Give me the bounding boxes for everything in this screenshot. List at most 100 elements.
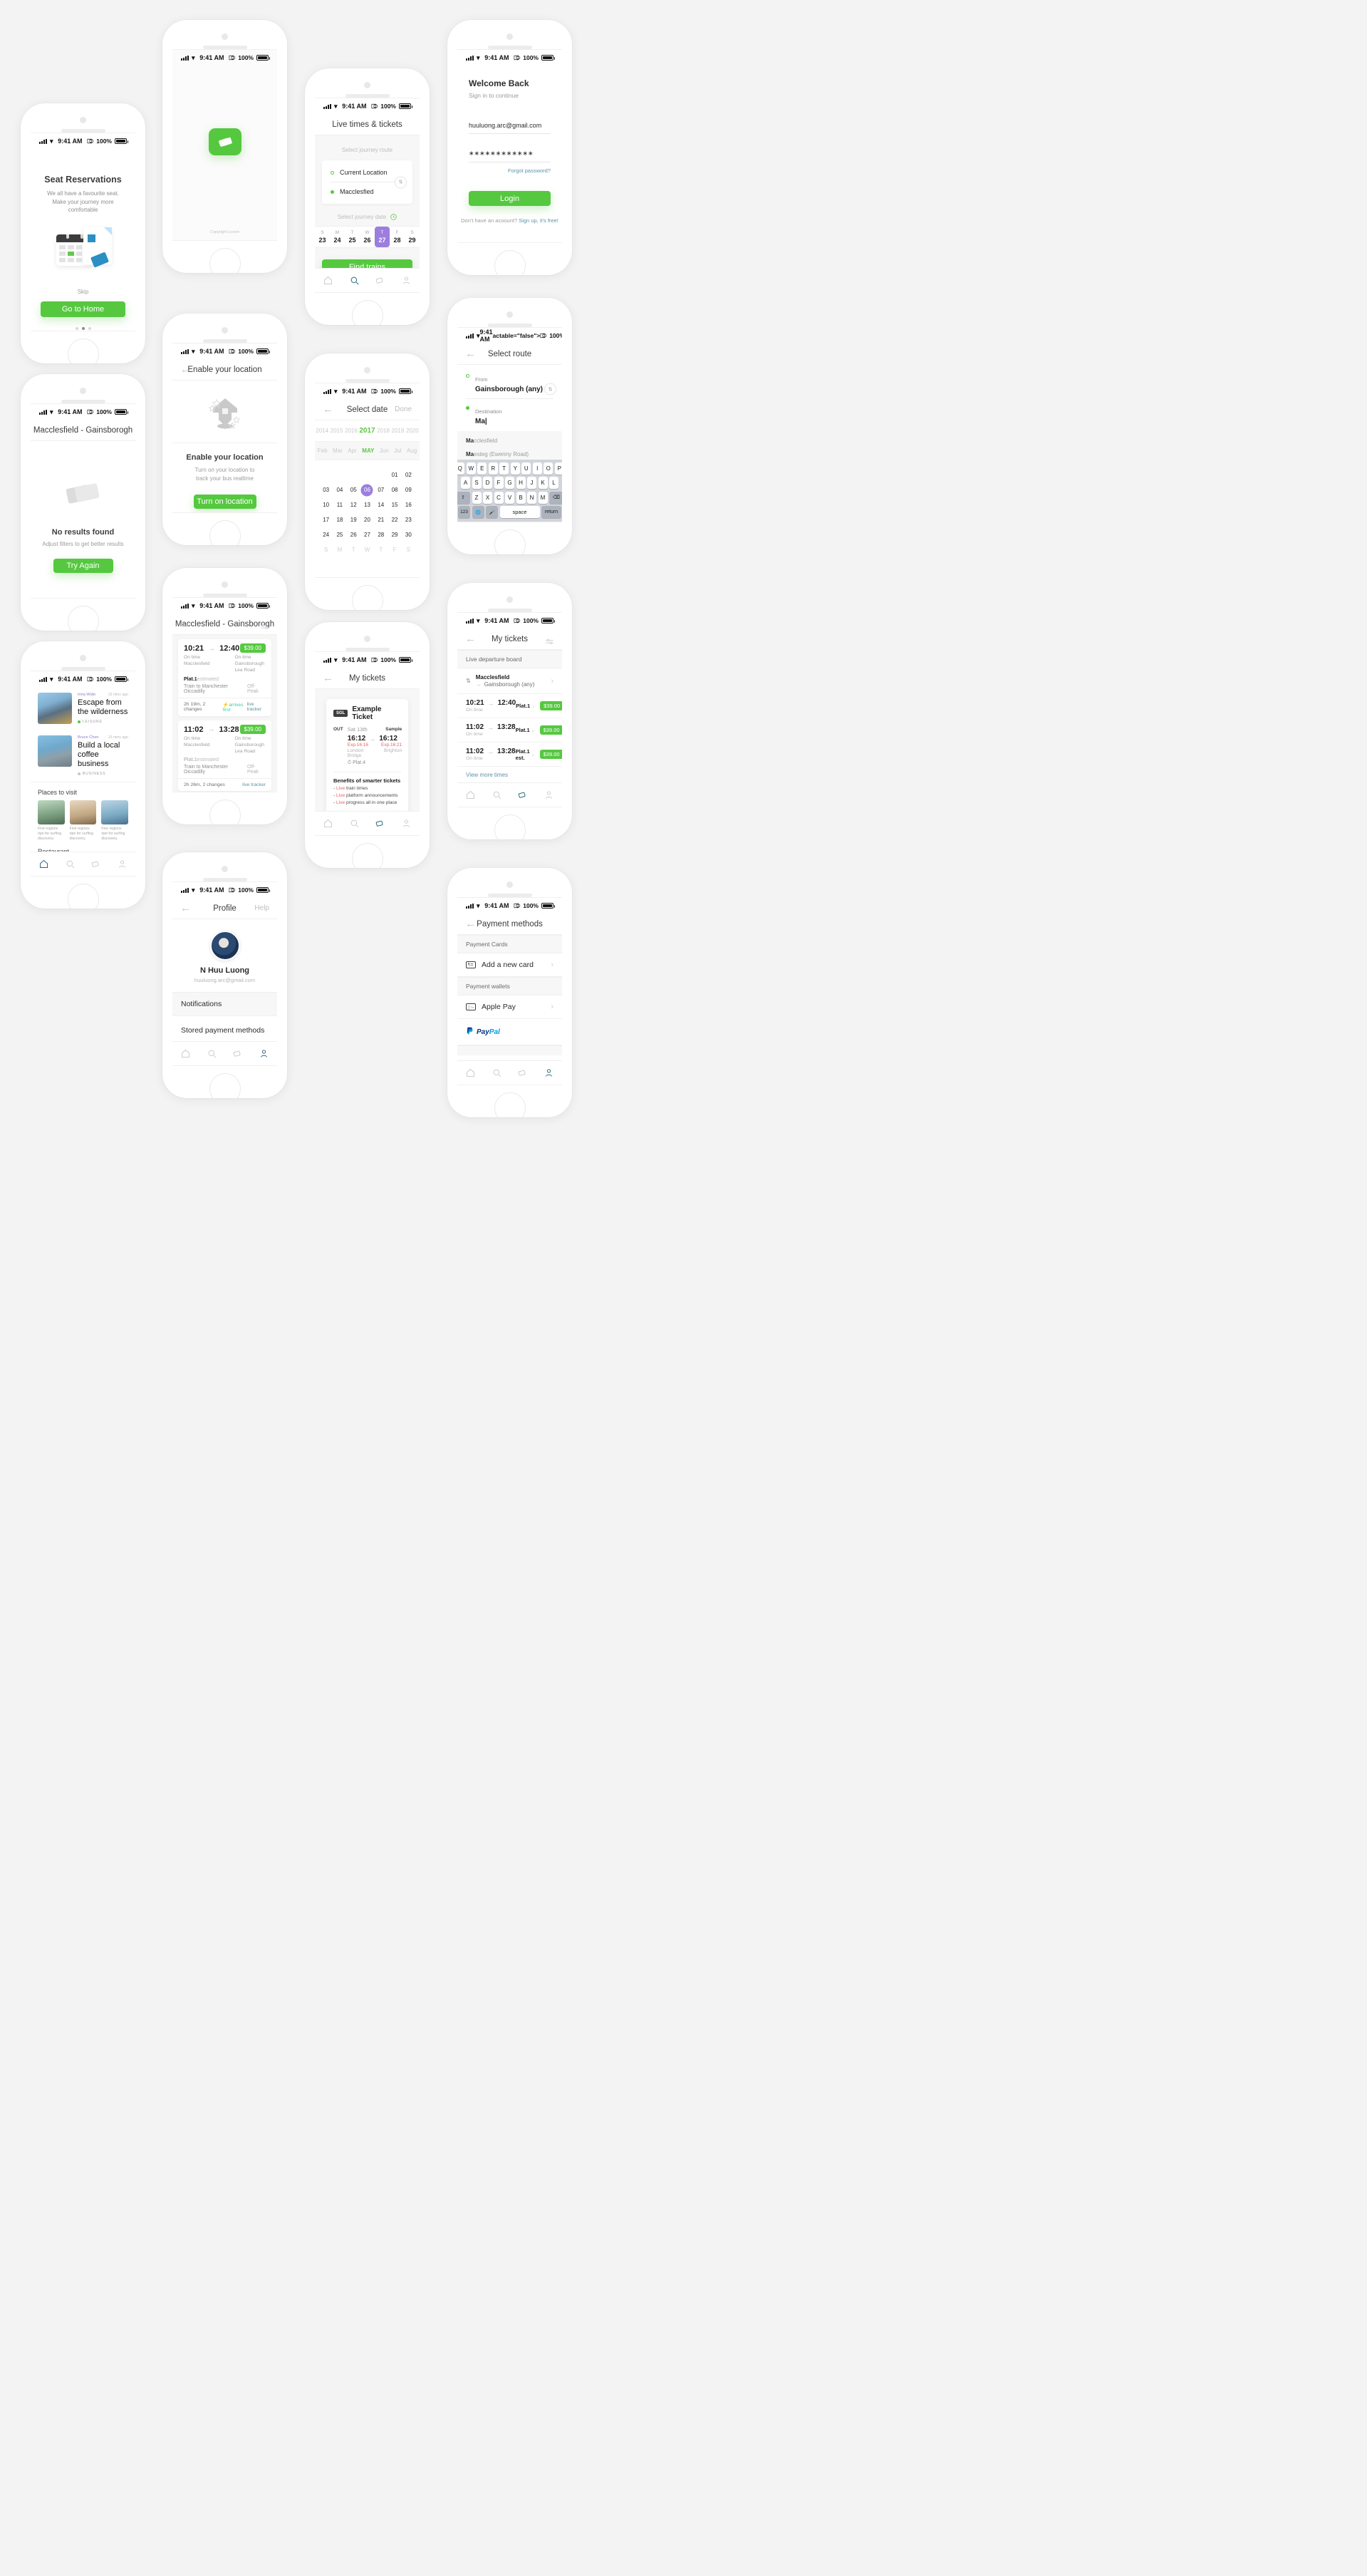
month-option-selected[interactable]: MAY: [362, 448, 374, 454]
home-button[interactable]: [351, 585, 383, 610]
email-field[interactable]: huuluong.arc@gmail.com: [469, 118, 551, 134]
day-cell[interactable]: 19: [347, 512, 360, 527]
day-cell[interactable]: 12: [347, 497, 360, 512]
go-to-home-button[interactable]: Go to Home: [41, 301, 125, 317]
tab-tickets[interactable]: [368, 275, 394, 286]
help-link[interactable]: Help: [254, 904, 269, 912]
departure-row[interactable]: 10:21 → 12:40 On time Plat.1 › $39.00: [457, 694, 562, 718]
place-card[interactable]: Five regions ripe for surfing discovery.: [69, 800, 97, 842]
tab-home[interactable]: [315, 818, 341, 829]
date-cell-selected[interactable]: T 27: [375, 227, 390, 247]
year-option-selected[interactable]: 2017: [359, 427, 375, 435]
filter-button[interactable]: [260, 621, 270, 629]
date-cell[interactable]: F 28: [390, 227, 405, 247]
key-l[interactable]: L: [549, 477, 558, 489]
day-cell[interactable]: 26: [347, 527, 360, 542]
tab-search[interactable]: [484, 790, 510, 800]
day-cell[interactable]: 11: [333, 497, 346, 512]
month-option[interactable]: Jul: [394, 448, 401, 454]
home-button[interactable]: [494, 1092, 526, 1117]
key-f[interactable]: F: [494, 477, 504, 489]
turn-on-location-button[interactable]: Turn on location: [193, 495, 256, 509]
tab-home[interactable]: [457, 1067, 484, 1078]
tab-tickets[interactable]: [510, 1067, 536, 1078]
day-cell[interactable]: 16: [402, 497, 415, 512]
day-cell[interactable]: 01: [388, 467, 401, 482]
key-d[interactable]: D: [483, 477, 492, 489]
day-cell[interactable]: 03: [319, 482, 333, 497]
article-item[interactable]: Irina Wide 15 mins ago Escape from the w…: [31, 687, 135, 730]
key-t[interactable]: T: [499, 462, 509, 475]
profile-item-stored-payments[interactable]: Stored payment methods: [172, 1016, 277, 1042]
numbers-key[interactable]: 123: [458, 506, 470, 518]
year-picker[interactable]: 2014 2015 2016 2017 2018 2019 2020: [315, 420, 420, 442]
day-cell[interactable]: 07: [374, 482, 388, 497]
home-button[interactable]: [67, 884, 99, 909]
tab-tickets[interactable]: [510, 790, 536, 800]
month-option[interactable]: Apr: [348, 448, 356, 454]
day-cell[interactable]: 13: [360, 497, 374, 512]
date-cell[interactable]: M 24: [330, 227, 345, 247]
key-i[interactable]: I: [532, 462, 542, 475]
key-h[interactable]: H: [516, 477, 526, 489]
key-q[interactable]: Q: [457, 462, 465, 475]
apple-pay-row[interactable]: Pay Apple Pay ›: [457, 995, 562, 1019]
home-button[interactable]: [351, 300, 383, 325]
day-grid[interactable]: 01 02 03 04 05 06 07 08 09 10 11 12 13 14 15 16 17 1…: [315, 460, 420, 564]
tab-tickets[interactable]: [225, 1048, 251, 1059]
price-badge[interactable]: $39.00: [239, 643, 266, 653]
onscreen-keyboard[interactable]: Q W E R T Y U I O P A S D F G H J K L ⇧ …: [457, 459, 562, 522]
home-button[interactable]: [67, 338, 99, 363]
year-option[interactable]: 2014: [316, 428, 328, 434]
day-cell[interactable]: 05: [347, 482, 360, 497]
done-button[interactable]: Done: [395, 405, 412, 413]
day-cell[interactable]: 23: [402, 512, 415, 527]
key-r[interactable]: R: [488, 462, 498, 475]
tab-search[interactable]: [484, 1067, 510, 1078]
year-option[interactable]: 2018: [377, 428, 390, 434]
destination-field[interactable]: DestinationMa| ✕: [457, 385, 562, 428]
day-cell[interactable]: 20: [360, 512, 374, 527]
calendar-icon[interactable]: [390, 214, 397, 220]
year-option[interactable]: 2019: [392, 428, 405, 434]
place-card[interactable]: Five regions ripe for surfing discovery.: [38, 800, 65, 842]
tab-home[interactable]: [457, 790, 484, 800]
month-option[interactable]: Feb: [318, 448, 328, 454]
key-j[interactable]: J: [527, 477, 536, 489]
month-picker[interactable]: Feb Mar Apr MAY Jun Jul Aug: [315, 442, 420, 460]
key-p[interactable]: P: [554, 462, 562, 475]
login-button[interactable]: Login: [469, 191, 551, 206]
view-more-times-link[interactable]: View more times: [457, 767, 562, 784]
day-cell[interactable]: 22: [388, 512, 401, 527]
forgot-password-link[interactable]: Forgot password?: [469, 167, 551, 174]
year-option[interactable]: 2020: [406, 428, 419, 434]
key-y[interactable]: Y: [510, 462, 520, 475]
key-a[interactable]: A: [461, 477, 470, 489]
price-badge[interactable]: $39.00: [540, 701, 562, 710]
skip-link[interactable]: Skip: [31, 289, 135, 295]
tab-home[interactable]: [315, 275, 341, 286]
day-cell[interactable]: 30: [402, 527, 415, 542]
home-button[interactable]: [351, 843, 383, 868]
return-key[interactable]: return: [541, 506, 561, 518]
departure-row[interactable]: 11:02 → 13:28 On time Plat.1 › $39.00: [457, 718, 562, 743]
key-o[interactable]: O: [544, 462, 553, 475]
date-cell[interactable]: S 29: [405, 227, 420, 247]
tab-profile[interactable]: [393, 818, 420, 829]
back-arrow-icon[interactable]: ←: [180, 903, 191, 914]
tab-profile[interactable]: [251, 1048, 277, 1059]
tab-search[interactable]: [199, 1048, 225, 1059]
day-cell[interactable]: 14: [374, 497, 388, 512]
home-button[interactable]: [494, 250, 526, 275]
tab-tickets[interactable]: [83, 859, 110, 869]
price-badge[interactable]: $39.00: [539, 725, 562, 735]
tab-profile[interactable]: [393, 275, 420, 286]
day-cell[interactable]: 10: [319, 497, 333, 512]
key-n[interactable]: N: [527, 491, 536, 504]
suggestion-item[interactable]: Macclesfield: [457, 434, 562, 448]
back-arrow-icon[interactable]: ←: [323, 404, 333, 415]
date-cell[interactable]: W 26: [360, 227, 375, 247]
day-cell[interactable]: 21: [374, 512, 388, 527]
back-arrow-icon[interactable]: ←: [180, 619, 191, 629]
date-cell[interactable]: T 25: [345, 227, 360, 247]
